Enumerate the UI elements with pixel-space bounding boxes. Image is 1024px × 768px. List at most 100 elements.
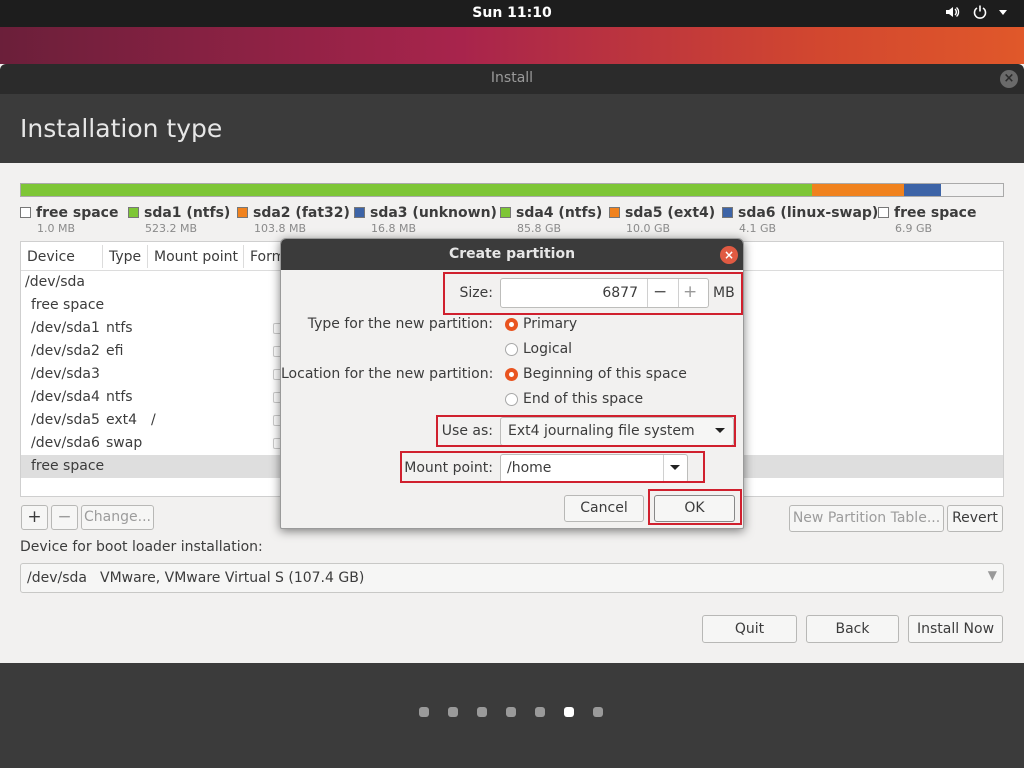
- progress-dot: [593, 707, 603, 717]
- boot-device-description: VMware, VMware Virtual S (107.4 GB): [100, 570, 365, 586]
- row-type: ntfs: [106, 389, 133, 405]
- legend-name: free space: [36, 205, 119, 221]
- dialog-close-icon[interactable]: ×: [720, 246, 738, 264]
- chevron-down-icon: ▼: [987, 568, 997, 582]
- row-type: ext4: [106, 412, 138, 428]
- highlight-box-use-as: [436, 415, 736, 447]
- radio-logical-label[interactable]: Logical: [523, 341, 572, 357]
- row-device: /dev/sda5: [31, 412, 100, 428]
- progress-dot: [477, 707, 487, 717]
- legend-swatch: [128, 207, 139, 218]
- page-header: Installation type: [0, 94, 1024, 163]
- highlight-box-mount-point: [400, 451, 705, 483]
- legend-size: 10.0 GB: [626, 222, 671, 235]
- radio-beginning[interactable]: [505, 368, 518, 381]
- progress-footer: [0, 663, 1024, 768]
- power-icon[interactable]: [972, 4, 988, 24]
- legend-swatch: [354, 207, 365, 218]
- progress-dot-active: [564, 707, 574, 717]
- boot-loader-label: Device for boot loader installation:: [20, 539, 263, 555]
- progress-dot: [535, 707, 545, 717]
- legend-item: sda4 (ntfs) 85.8 GB: [500, 205, 602, 235]
- legend-size: 16.8 MB: [371, 222, 417, 235]
- legend-swatch: [500, 207, 511, 218]
- column-header-mount[interactable]: Mount point: [154, 249, 238, 265]
- revert-button[interactable]: Revert: [947, 505, 1003, 532]
- legend-name: sda3 (unknown): [370, 205, 497, 221]
- legend-item: sda5 (ext4) 10.0 GB: [609, 205, 715, 235]
- install-now-button[interactable]: Install Now: [908, 615, 1003, 643]
- remove-partition-button[interactable]: −: [51, 505, 78, 530]
- radio-end[interactable]: [505, 393, 518, 406]
- legend-swatch: [722, 207, 733, 218]
- radio-primary-label[interactable]: Primary: [523, 316, 577, 332]
- legend-size: 6.9 GB: [895, 222, 933, 235]
- type-label: Type for the new partition:: [307, 316, 493, 332]
- progress-dot: [419, 707, 429, 717]
- legend-item: sda6 (linux-swap) 4.1 GB: [722, 205, 878, 235]
- column-header-type[interactable]: Type: [109, 249, 141, 265]
- legend-item: free space 1.0 MB: [20, 205, 118, 235]
- window-titlebar: Install ×: [0, 64, 1024, 94]
- legend-name: sda2 (fat32): [253, 205, 350, 221]
- legend-name: free space: [894, 205, 977, 221]
- back-button[interactable]: Back: [806, 615, 899, 643]
- partition-segment-free: [941, 184, 1003, 196]
- legend-swatch: [20, 207, 31, 218]
- partition-segment-sda6: [903, 184, 942, 196]
- page-title: Installation type: [20, 114, 223, 143]
- legend-item: sda2 (fat32) 103.8 MB: [237, 205, 350, 235]
- legend-swatch: [878, 207, 889, 218]
- dialog-title: Create partition: [448, 246, 576, 262]
- row-device: /dev/sda6: [31, 435, 100, 451]
- menu-arrow-icon[interactable]: [997, 6, 1009, 22]
- radio-logical[interactable]: [505, 343, 518, 356]
- column-header-device[interactable]: Device: [27, 249, 75, 265]
- progress-dot: [448, 707, 458, 717]
- boot-loader-select[interactable]: /dev/sda VMware, VMware Virtual S (107.4…: [20, 563, 1004, 593]
- highlight-box-size: [443, 272, 743, 315]
- radio-end-label[interactable]: End of this space: [523, 391, 643, 407]
- new-partition-table-button[interactable]: New Partition Table...: [789, 505, 944, 532]
- dialog-titlebar: Create partition ×: [281, 239, 743, 270]
- quit-button[interactable]: Quit: [702, 615, 797, 643]
- add-partition-button[interactable]: +: [21, 505, 48, 530]
- legend-item: sda3 (unknown) 16.8 MB: [354, 205, 497, 235]
- legend-size: 103.8 MB: [254, 222, 307, 235]
- radio-primary[interactable]: [505, 318, 518, 331]
- row-device: free space: [31, 297, 105, 313]
- row-mount: /: [151, 412, 156, 428]
- clock[interactable]: Sun 11:10: [0, 5, 1024, 21]
- row-type: efi: [106, 343, 124, 359]
- row-type: ntfs: [106, 320, 133, 336]
- location-label: Location for the new partition:: [281, 366, 494, 382]
- row-device: free space: [31, 458, 105, 474]
- cancel-button[interactable]: Cancel: [564, 495, 644, 522]
- legend-name: sda5 (ext4): [625, 205, 716, 221]
- window-title: Install: [490, 70, 534, 86]
- legend-size: 4.1 GB: [739, 222, 777, 235]
- row-type: swap: [106, 435, 143, 451]
- change-partition-button[interactable]: Change...: [81, 505, 154, 530]
- legend-swatch: [237, 207, 248, 218]
- top-bar: Sun 11:10: [0, 0, 1024, 27]
- row-device: /dev/sda1: [31, 320, 100, 336]
- window-close-icon[interactable]: ×: [1000, 70, 1018, 88]
- legend-size: 85.8 GB: [517, 222, 562, 235]
- highlight-box-ok: [648, 489, 742, 525]
- legend-name: sda1 (ntfs): [144, 205, 231, 221]
- radio-beginning-label[interactable]: Beginning of this space: [523, 366, 687, 382]
- partition-segment-sda5: [811, 184, 904, 196]
- volume-icon[interactable]: [944, 4, 960, 24]
- legend-swatch: [609, 207, 620, 218]
- row-device: /dev/sda2: [31, 343, 100, 359]
- partition-legend: free space 1.0 MB sda1 (ntfs) 523.2 MB s…: [20, 205, 1010, 235]
- boot-device: /dev/sda: [27, 570, 87, 586]
- row-device: /dev/sda3: [31, 366, 100, 382]
- row-device: /dev/sda4: [31, 389, 100, 405]
- legend-item: sda1 (ntfs) 523.2 MB: [128, 205, 230, 235]
- legend-name: sda4 (ntfs): [516, 205, 603, 221]
- legend-name: sda6 (linux-swap): [738, 205, 879, 221]
- legend-item: free space 6.9 GB: [878, 205, 976, 235]
- partition-bar: [20, 183, 1004, 197]
